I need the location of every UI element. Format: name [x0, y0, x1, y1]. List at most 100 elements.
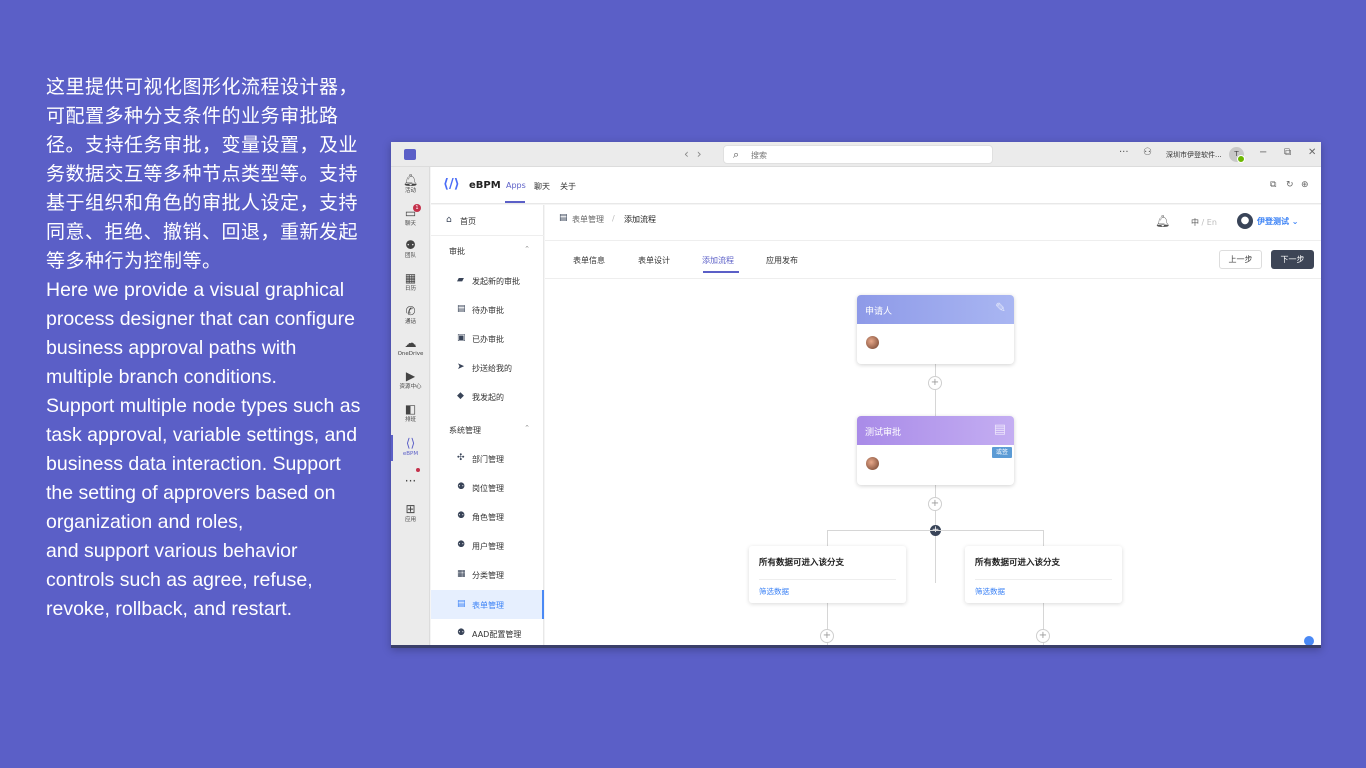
main-content: ▤ 表单管理 / 添加流程 🔔︎ 中 / En ● 伊登测试 ⌄ 表单信息 表单…: [545, 205, 1321, 648]
chat-icon: ▭: [404, 206, 417, 220]
sidebar-item-todo[interactable]: ▤ 待办审批: [431, 295, 544, 324]
lang-zh[interactable]: 中: [1191, 218, 1199, 227]
title-bar: ‹› ⌕ 搜索 ··· ⚇ 深圳市伊登软件... T − ⧉ ✕: [391, 142, 1321, 167]
rail-label: 活动: [404, 188, 416, 194]
bell-icon: 🔔︎: [402, 173, 419, 187]
shifts-icon: ◧: [404, 402, 417, 416]
sidebar-item-new-approval[interactable]: ▰ 发起新的审批: [431, 266, 544, 295]
breadcrumb-forms[interactable]: 表单管理: [572, 214, 604, 225]
filter-data-link[interactable]: 筛选数据: [759, 586, 789, 597]
intro-en-3: and support various behavior controls su…: [46, 540, 313, 620]
sidebar-group-system[interactable]: 系统管理 ⌃: [431, 415, 544, 444]
branch-condition-node[interactable]: 所有数据可进入该分支 筛选数据: [965, 546, 1122, 603]
tab-apps[interactable]: Apps: [506, 181, 526, 190]
sidebar-item-mine[interactable]: ◆ 我发起的: [431, 382, 544, 411]
add-node-button[interactable]: +: [928, 376, 942, 390]
search-box[interactable]: ⌕ 搜索: [723, 145, 993, 164]
rail-label: 应用: [404, 517, 416, 523]
filter-data-link[interactable]: 筛选数据: [975, 586, 1005, 597]
sidebar-item-label: 已办审批: [472, 335, 504, 344]
user-avatar-icon[interactable]: ●: [1237, 213, 1253, 229]
search-icon: ⌕: [733, 148, 740, 161]
rail-teams[interactable]: ⚉ 团队: [391, 239, 430, 260]
sidebar-item-users[interactable]: ⚉ 用户管理: [431, 531, 544, 560]
next-step-button[interactable]: 下一步: [1271, 250, 1314, 269]
sidebar-item-departments[interactable]: ✣ 部门管理: [431, 444, 544, 473]
user-menu[interactable]: 伊登测试 ⌄: [1257, 216, 1299, 227]
rail-calendar[interactable]: ▦ 日历: [391, 272, 430, 293]
chevron-up-icon: ⌃: [524, 245, 530, 253]
tab-form-info[interactable]: 表单信息: [573, 255, 605, 266]
add-node-button[interactable]: +: [928, 497, 942, 511]
sidebar-item-label: 角色管理: [472, 513, 504, 522]
or-sign-tag: 或签: [991, 447, 1012, 458]
more-icon[interactable]: ···: [1119, 147, 1129, 158]
restore-icon[interactable]: ⧉: [1284, 147, 1291, 158]
grid-icon: ▦: [457, 569, 466, 579]
rail-chat[interactable]: ▭ 聊天 1: [391, 204, 430, 228]
nav-arrows[interactable]: ‹›: [684, 147, 710, 161]
window-bottom-edge: [391, 645, 1321, 648]
tab-chat[interactable]: 聊天: [534, 181, 550, 192]
rail-onedrive[interactable]: ☁ OneDrive: [391, 337, 430, 358]
people-icon[interactable]: ⚇: [1143, 147, 1152, 158]
sidebar-item-roles[interactable]: ⚉ 角色管理: [431, 502, 544, 531]
rail-shifts[interactable]: ◧ 排班: [391, 403, 430, 424]
rail-more[interactable]: ···: [391, 475, 430, 488]
sidebar-item-home[interactable]: ⌂ 首页: [431, 206, 544, 236]
prev-step-button[interactable]: 上一步: [1219, 250, 1262, 269]
sidebar-item-label: AAD配置管理: [472, 630, 522, 639]
lang-en[interactable]: En: [1207, 218, 1217, 227]
sidebar-item-aad[interactable]: ⚉ AAD配置管理: [431, 619, 544, 648]
tab-form-design[interactable]: 表单设计: [638, 255, 670, 266]
close-icon[interactable]: ✕: [1308, 147, 1316, 158]
sidebar-item-positions[interactable]: ⚉ 岗位管理: [431, 473, 544, 502]
rail-label: 资源中心: [399, 384, 422, 390]
refresh-icon[interactable]: ↻: [1286, 180, 1294, 190]
org-name[interactable]: 深圳市伊登软件...: [1166, 150, 1222, 160]
tab-underline: [505, 201, 525, 203]
minimize-icon[interactable]: −: [1259, 147, 1267, 158]
notification-bell-icon[interactable]: 🔔︎: [1155, 214, 1170, 228]
sidebar-item-label: 分类管理: [472, 571, 504, 580]
sidebar-item-categories[interactable]: ▦ 分类管理: [431, 560, 544, 589]
branch-title: 所有数据可进入该分支: [975, 558, 1061, 568]
lang-separator: /: [1201, 218, 1205, 227]
breadcrumb-current: 添加流程: [624, 215, 656, 224]
approval-node[interactable]: 测试审批 ▤ 或签: [857, 416, 1014, 485]
language-switch[interactable]: 中 / En: [1191, 217, 1217, 228]
avatar: [866, 336, 879, 349]
globe-icon[interactable]: ⊕: [1301, 180, 1309, 190]
branch-condition-node[interactable]: 所有数据可进入该分支 筛选数据: [749, 546, 906, 603]
add-node-button[interactable]: +: [820, 629, 834, 643]
sidebar-item-forms[interactable]: ▤ 表单管理: [431, 590, 544, 619]
node-title: 测试审批: [865, 428, 902, 438]
sidebar-item-done[interactable]: ▣ 已办审批: [431, 324, 544, 353]
sidebar-group-label: 审批: [449, 247, 465, 256]
rail-activity[interactable]: 🔔︎ 活动: [391, 174, 430, 195]
approval-icon: ▤: [993, 422, 1006, 437]
node-header: 申请人 ✎: [857, 295, 1014, 324]
sidebar-group-approval[interactable]: 审批 ⌃: [431, 236, 544, 265]
sidebar-item-label: 首页: [460, 217, 476, 226]
tab-publish[interactable]: 应用发布: [766, 255, 798, 266]
add-node-button[interactable]: +: [1036, 629, 1050, 643]
rail-label: 聊天: [404, 221, 416, 227]
rail-ebpm[interactable]: ⟨⟩ eBPM: [391, 437, 430, 458]
rail-label: 排班: [404, 417, 416, 423]
rail-label: 通话: [404, 319, 416, 325]
rail-calls[interactable]: ✆ 通话: [391, 305, 430, 326]
popout-icon[interactable]: ⧉: [1270, 180, 1276, 190]
sidebar-item-label: 待办审批: [472, 306, 504, 315]
tab-add-process[interactable]: 添加流程: [702, 255, 734, 266]
sidebar-item-label: 我发起的: [472, 393, 504, 402]
clipboard-icon: ▤: [457, 599, 466, 609]
avatar[interactable]: T: [1229, 147, 1245, 163]
rail-label: eBPM: [402, 451, 419, 457]
tab-about[interactable]: 关于: [560, 181, 576, 192]
applicant-node[interactable]: 申请人 ✎: [857, 295, 1014, 364]
sidebar-item-cc[interactable]: ➤ 抄送给我的: [431, 353, 544, 382]
rail-apps[interactable]: ⊞ 应用: [391, 503, 430, 524]
intro-text: 这里提供可视化图形化流程设计器，可配置多种分支条件的业务审批路径。支持任务审批，…: [46, 73, 362, 624]
rail-resources[interactable]: ▶ 资源中心: [391, 370, 430, 391]
